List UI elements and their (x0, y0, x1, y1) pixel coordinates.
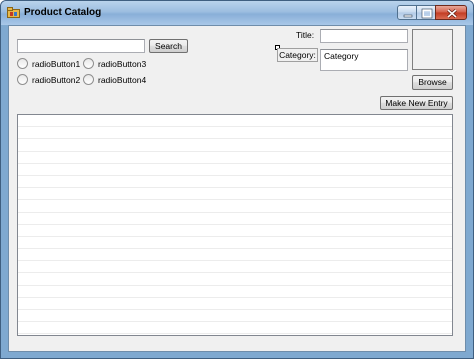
list-row[interactable] (18, 127, 452, 140)
list-row[interactable] (18, 249, 452, 262)
entries-list[interactable] (17, 114, 453, 336)
minimize-button[interactable] (397, 5, 417, 20)
list-row[interactable] (18, 213, 452, 225)
radio-circle-icon[interactable] (17, 74, 28, 85)
list-row[interactable] (18, 188, 452, 201)
close-icon (447, 8, 457, 19)
maximize-icon (421, 8, 433, 19)
title-bar[interactable]: Product Catalog (1, 1, 473, 25)
radio-button-2[interactable]: radioButton2 (17, 74, 80, 85)
search-button[interactable]: Search (149, 39, 188, 53)
make-new-entry-button[interactable]: Make New Entry (380, 96, 453, 110)
form-client-area: Search radioButton1 radioButton3 radioBu… (8, 25, 466, 352)
list-row[interactable] (18, 176, 452, 189)
list-row[interactable] (18, 237, 452, 250)
list-row[interactable] (18, 200, 452, 213)
close-button[interactable] (435, 5, 467, 20)
maximize-button[interactable] (416, 5, 436, 20)
radio-button-1[interactable]: radioButton1 (17, 58, 80, 69)
list-row[interactable] (18, 225, 452, 237)
radio-label: radioButton2 (32, 74, 81, 85)
radio-label: radioButton3 (98, 58, 147, 69)
list-row[interactable] (18, 286, 452, 298)
radio-circle-icon[interactable] (83, 58, 94, 69)
minimize-icon (403, 14, 413, 18)
radio-label: radioButton4 (98, 74, 147, 85)
list-row[interactable] (18, 139, 452, 152)
list-row[interactable] (18, 273, 452, 286)
list-row[interactable] (18, 261, 452, 274)
radio-circle-icon[interactable] (83, 74, 94, 85)
category-input[interactable]: Category (320, 49, 408, 71)
list-row[interactable] (18, 310, 452, 323)
title-input[interactable] (320, 29, 408, 43)
list-row[interactable] (18, 152, 452, 164)
main-window: Product Catalog Search radioButton1 radi… (0, 0, 474, 359)
browse-button[interactable]: Browse (412, 75, 453, 90)
list-row[interactable] (18, 164, 452, 176)
window-title: Product Catalog (24, 7, 102, 18)
radio-button-3[interactable]: radioButton3 (83, 58, 146, 69)
category-label: Category: (277, 48, 318, 62)
list-row[interactable] (18, 115, 452, 128)
list-row[interactable] (18, 322, 452, 335)
radio-circle-icon[interactable] (17, 58, 28, 69)
radio-label: radioButton1 (32, 58, 81, 69)
search-input[interactable] (17, 39, 145, 53)
caption-buttons (397, 5, 467, 20)
radio-button-4[interactable]: radioButton4 (83, 74, 146, 85)
title-label: Title: (296, 30, 315, 40)
image-preview (412, 29, 453, 70)
app-folder-icon (7, 7, 20, 18)
list-row[interactable] (18, 298, 452, 310)
